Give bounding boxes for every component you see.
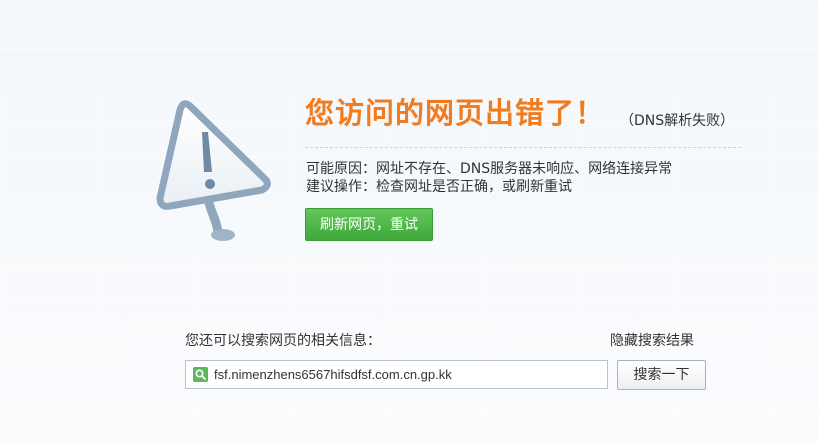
error-title: 您访问的网页出错了！: [305, 96, 606, 130]
search-button[interactable]: 搜索一下: [617, 360, 706, 390]
hide-results-link[interactable]: 隐藏搜索结果: [610, 330, 694, 350]
divider: [305, 147, 741, 148]
error-reason: 可能原因：网址不存在、DNS服务器未响应、网络连接异常: [306, 161, 673, 177]
search-input[interactable]: [214, 361, 604, 388]
search-icon: [193, 367, 208, 382]
warning-triangle-icon: [156, 100, 271, 241]
error-subtitle: （DNS解析失败）: [620, 113, 735, 129]
refresh-button[interactable]: 刷新网页，重试: [305, 208, 433, 241]
error-advice: 建议操作：检查网址是否正确，或刷新重试: [306, 179, 572, 195]
search-hint: 您还可以搜索网页的相关信息：: [185, 333, 381, 349]
search-box[interactable]: [185, 360, 608, 389]
